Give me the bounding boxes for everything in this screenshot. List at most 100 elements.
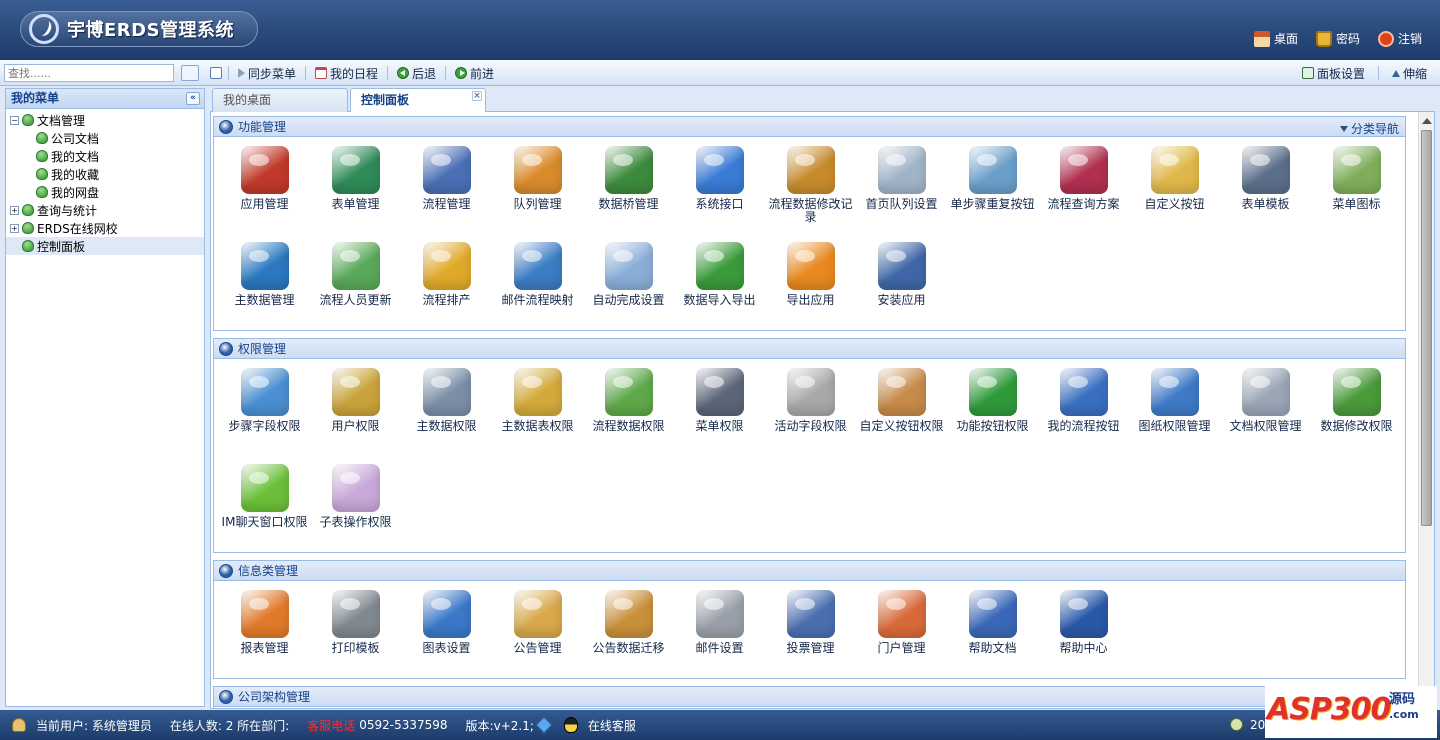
- collapse-sidebar-button[interactable]: «: [186, 92, 200, 105]
- desktop-link[interactable]: 桌面: [1253, 30, 1298, 47]
- control-panel-item[interactable]: 自定义按钮权限: [856, 363, 947, 459]
- close-icon[interactable]: ×: [472, 91, 482, 101]
- item-label: 主数据表权限: [501, 419, 574, 433]
- scroll-up-icon[interactable]: [1422, 118, 1432, 124]
- control-panel-item[interactable]: 表单模板: [1220, 141, 1311, 237]
- online-service-link[interactable]: 在线客服: [588, 717, 636, 734]
- app-tile-icon: [604, 368, 653, 416]
- logo-mark-icon: [29, 14, 59, 44]
- control-panel-item[interactable]: 自定义按钮: [1129, 141, 1220, 237]
- app-tile-icon: [1332, 368, 1381, 416]
- watermark-yuanma: 源码: [1389, 692, 1416, 707]
- item-label: 菜单权限: [695, 419, 744, 433]
- control-panel-item[interactable]: 图纸权限管理: [1129, 363, 1220, 459]
- tree-item-company-docs[interactable]: 公司文档: [10, 129, 204, 147]
- tree-item-my-docs[interactable]: 我的文档: [10, 147, 204, 165]
- control-panel-item[interactable]: 功能按钮权限: [947, 363, 1038, 459]
- control-panel-item[interactable]: 帮助中心: [1038, 585, 1129, 681]
- control-panel-item[interactable]: 表单管理: [310, 141, 401, 237]
- control-panel-item[interactable]: 安装应用: [856, 237, 947, 333]
- control-panel-item[interactable]: 流程数据权限: [583, 363, 674, 459]
- tree-item-document-management[interactable]: − 文档管理: [10, 111, 204, 129]
- control-panel-item[interactable]: 菜单图标: [1311, 141, 1402, 237]
- control-panel-item[interactable]: 活动字段权限: [765, 363, 856, 459]
- tree-node-icon: [22, 114, 34, 126]
- control-panel-item[interactable]: 用户权限: [310, 363, 401, 459]
- logout-link[interactable]: 注销: [1377, 30, 1422, 47]
- forward-button[interactable]: 前进: [452, 65, 497, 82]
- sync-menu-button[interactable]: 同步菜单: [235, 65, 299, 82]
- control-panel-item[interactable]: 步骤字段权限: [219, 363, 310, 459]
- desktop-link-label: 桌面: [1273, 32, 1298, 46]
- sync-menu-label: 同步菜单: [248, 66, 297, 81]
- shrink-button[interactable]: 伸缩: [1389, 65, 1430, 82]
- list-view-icon[interactable]: [210, 67, 222, 79]
- control-panel-item[interactable]: 应用管理: [219, 141, 310, 237]
- control-panel-item[interactable]: 自动完成设置: [583, 237, 674, 333]
- scrollbar-thumb[interactable]: [1421, 130, 1432, 526]
- control-panel-item[interactable]: 流程管理: [401, 141, 492, 237]
- control-panel-item[interactable]: 子表操作权限: [310, 459, 401, 555]
- toolbar-right: 面板设置 伸缩: [1299, 60, 1430, 86]
- tree-item-favorites[interactable]: 我的收藏: [10, 165, 204, 183]
- control-panel-item[interactable]: 打印模板: [310, 585, 401, 681]
- item-label: 文档权限管理: [1229, 419, 1302, 433]
- control-panel-item[interactable]: 主数据表权限: [492, 363, 583, 459]
- tree-item-control-panel[interactable]: 控制面板: [6, 237, 204, 255]
- control-panel-item[interactable]: 系统接口: [674, 141, 765, 237]
- my-schedule-button[interactable]: 我的日程: [312, 65, 381, 82]
- item-label: IM聊天窗口权限: [221, 515, 308, 529]
- expand-toggle-icon[interactable]: +: [10, 205, 19, 215]
- menu-tree: − 文档管理 公司文档 我的文档 我的收藏 我的网盘 + 查询与统计 + ERD…: [6, 109, 204, 255]
- control-panel-item[interactable]: 主数据管理: [219, 237, 310, 333]
- control-panel-item[interactable]: 邮件设置: [674, 585, 765, 681]
- control-panel-item[interactable]: 流程人员更新: [310, 237, 401, 333]
- app-tile-icon: [422, 368, 471, 416]
- control-panel-item[interactable]: 主数据权限: [401, 363, 492, 459]
- control-panel-item[interactable]: 邮件流程映射: [492, 237, 583, 333]
- control-panel-item[interactable]: 帮助文档: [947, 585, 1038, 681]
- control-panel-item[interactable]: 首页队列设置: [856, 141, 947, 237]
- tree-item-label: 我的收藏: [51, 167, 100, 182]
- control-panel-item[interactable]: 投票管理: [765, 585, 856, 681]
- control-panel-item[interactable]: 菜单权限: [674, 363, 765, 459]
- control-panel-item[interactable]: 报表管理: [219, 585, 310, 681]
- control-panel-item[interactable]: 公告管理: [492, 585, 583, 681]
- tree-item-label: 文档管理: [37, 113, 86, 128]
- control-panel-item[interactable]: 队列管理: [492, 141, 583, 237]
- panel-settings-button[interactable]: 面板设置: [1299, 65, 1368, 82]
- lock-icon: [1315, 30, 1332, 47]
- back-button[interactable]: 后退: [394, 65, 439, 82]
- collapse-toggle-icon[interactable]: −: [10, 115, 19, 125]
- vertical-scrollbar[interactable]: [1418, 112, 1434, 708]
- tree-item-my-drive[interactable]: 我的网盘: [10, 183, 204, 201]
- password-link[interactable]: 密码: [1315, 30, 1360, 47]
- control-panel-item[interactable]: 图表设置: [401, 585, 492, 681]
- tree-node-icon: [36, 150, 48, 162]
- category-nav-button[interactable]: 分类导航: [1339, 120, 1399, 137]
- control-panel-item[interactable]: 我的流程按钮: [1038, 363, 1129, 459]
- control-panel-item[interactable]: 公告数据迁移: [583, 585, 674, 681]
- control-panel-item[interactable]: 文档权限管理: [1220, 363, 1311, 459]
- expand-toggle-icon[interactable]: +: [10, 223, 19, 233]
- tab-my-desktop[interactable]: 我的桌面: [212, 88, 348, 112]
- menu-search-input[interactable]: [4, 64, 174, 82]
- control-panel-item[interactable]: 数据桥管理: [583, 141, 674, 237]
- panel-header: 功能管理 分类导航: [214, 117, 1405, 137]
- search-button[interactable]: [181, 65, 199, 81]
- panel-header-icon: [219, 689, 233, 704]
- control-panel-item[interactable]: 单步骤重复按钮: [947, 141, 1038, 237]
- tree-item-query-stats[interactable]: + 查询与统计: [10, 201, 204, 219]
- control-panel-item[interactable]: 数据导入导出: [674, 237, 765, 333]
- qq-icon[interactable]: [563, 717, 578, 733]
- tree-item-online-school[interactable]: + ERDS在线网校: [10, 219, 204, 237]
- control-panel-item[interactable]: 门户管理: [856, 585, 947, 681]
- control-panel-item[interactable]: 导出应用: [765, 237, 856, 333]
- control-panel-item[interactable]: 流程数据修改记录: [765, 141, 856, 237]
- control-panel-item[interactable]: 流程排产: [401, 237, 492, 333]
- control-panel-item[interactable]: 数据修改权限: [1311, 363, 1402, 459]
- tab-control-panel[interactable]: 控制面板 ×: [350, 88, 486, 113]
- control-panel-item[interactable]: IM聊天窗口权限: [219, 459, 310, 555]
- control-panel-item[interactable]: 流程查询方案: [1038, 141, 1129, 237]
- item-label: 步骤字段权限: [228, 419, 301, 433]
